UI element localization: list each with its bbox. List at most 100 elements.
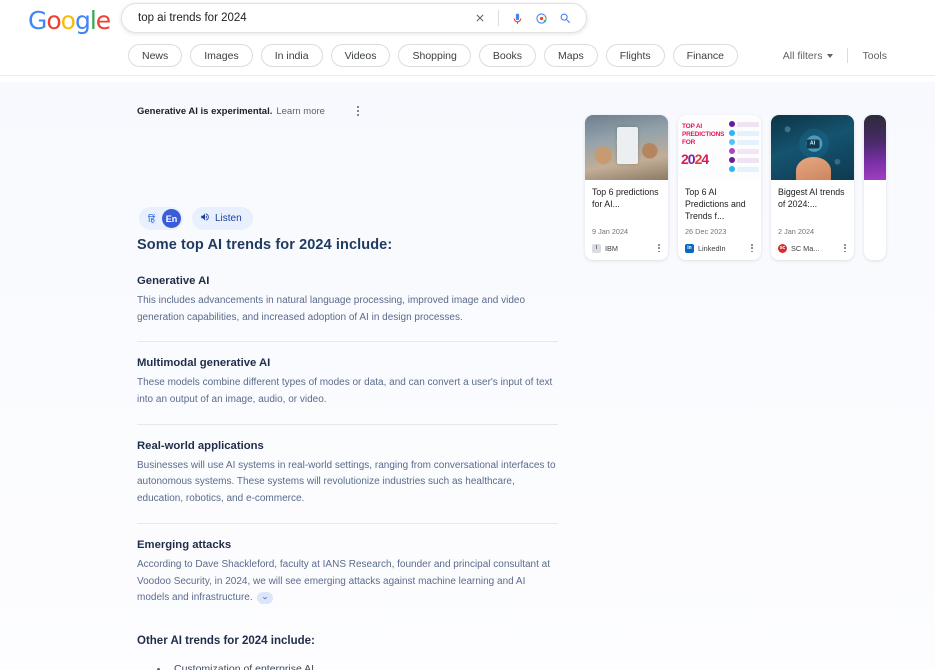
chip-label: Images bbox=[204, 50, 238, 62]
search-input[interactable] bbox=[136, 11, 469, 25]
microphone-icon[interactable] bbox=[506, 7, 528, 29]
sc-media-favicon: sc bbox=[778, 244, 787, 253]
source-card-ibm[interactable]: Top 6 predictions for AI... 9 Jan 2024 I… bbox=[585, 115, 668, 260]
chevron-down-icon[interactable] bbox=[257, 592, 273, 604]
ai-disclaimer: Generative AI is experimental. Learn mor… bbox=[137, 103, 362, 119]
chip-label: Videos bbox=[345, 50, 377, 62]
source-card-partial[interactable] bbox=[864, 115, 886, 260]
section-multimodal-generative-ai: Multimodal generative AI These models co… bbox=[137, 341, 558, 423]
section-body: These models combine different types of … bbox=[137, 375, 558, 408]
search-divider bbox=[498, 10, 499, 26]
source-name: LinkedIn bbox=[698, 244, 745, 253]
infographic-line1: TOP AI bbox=[682, 123, 702, 130]
kebab-menu-icon[interactable] bbox=[749, 242, 755, 254]
tools-area: All filters Tools bbox=[783, 44, 887, 67]
section-title: Real-world applications bbox=[137, 440, 558, 452]
chip-label: Flights bbox=[620, 50, 651, 62]
all-filters-button[interactable]: All filters bbox=[783, 50, 848, 62]
google-logo[interactable]: Google bbox=[28, 6, 110, 35]
section-body: Businesses will use AI systems in real-w… bbox=[137, 458, 558, 508]
ai-sphere-photo: AI bbox=[771, 115, 854, 180]
chip-flights[interactable]: Flights bbox=[606, 44, 665, 67]
speaker-icon bbox=[200, 212, 210, 225]
chip-finance[interactable]: Finance bbox=[673, 44, 738, 67]
hand-shape bbox=[796, 157, 831, 180]
list-item: Customization of enterprise AI bbox=[137, 659, 558, 670]
card-body: Top 6 AI Predictions and Trends f... 26 … bbox=[678, 180, 761, 260]
card-title: Top 6 AI Predictions and Trends f... bbox=[685, 186, 755, 222]
all-filters-label: All filters bbox=[783, 50, 823, 62]
card-source: in LinkedIn bbox=[685, 242, 755, 254]
section-emerging-attacks: Emerging attacks According to Dave Shack… bbox=[137, 523, 558, 622]
card-date: 9 Jan 2024 bbox=[592, 227, 662, 236]
close-icon[interactable] bbox=[469, 7, 491, 29]
search-bar[interactable] bbox=[121, 3, 587, 33]
office-meeting-photo bbox=[585, 115, 668, 180]
language-option-english[interactable]: En bbox=[162, 209, 181, 228]
card-date: 2 Jan 2024 bbox=[778, 227, 848, 236]
chip-label: Shopping bbox=[412, 50, 456, 62]
page-title: Some top AI trends for 2024 include: bbox=[137, 237, 558, 253]
ai-overview-content: Some top AI trends for 2024 include: Gen… bbox=[137, 237, 558, 670]
card-source: I IBM bbox=[592, 242, 662, 254]
source-name: SC Ma... bbox=[791, 244, 838, 253]
card-date: 26 Dec 2023 bbox=[685, 227, 755, 236]
other-trends-heading: Other AI trends for 2024 include: bbox=[137, 635, 558, 647]
chip-in-india[interactable]: In india bbox=[261, 44, 323, 67]
language-controls: हिं En Listen bbox=[139, 207, 253, 230]
infographic-line2: PREDICTIONS bbox=[682, 131, 724, 138]
listen-label: Listen bbox=[215, 213, 242, 224]
chip-maps[interactable]: Maps bbox=[544, 44, 598, 67]
learn-more-link[interactable]: Learn more bbox=[276, 106, 325, 117]
section-generative-ai: Generative AI This includes advancements… bbox=[137, 275, 558, 341]
chip-news[interactable]: News bbox=[128, 44, 182, 67]
card-source: sc SC Ma... bbox=[778, 242, 848, 254]
chip-videos[interactable]: Videos bbox=[331, 44, 391, 67]
source-card-sc-media[interactable]: AI Biggest AI trends of 2024:... 2 Jan 2… bbox=[771, 115, 854, 260]
search-icon[interactable] bbox=[554, 7, 576, 29]
section-body: This includes advancements in natural la… bbox=[137, 293, 558, 326]
linkedin-favicon: in bbox=[685, 244, 694, 253]
chip-shopping[interactable]: Shopping bbox=[398, 44, 470, 67]
ai-disclaimer-text: Generative AI is experimental. bbox=[137, 106, 272, 117]
chip-books[interactable]: Books bbox=[479, 44, 536, 67]
kebab-menu-icon[interactable] bbox=[354, 103, 362, 119]
listen-button[interactable]: Listen bbox=[192, 207, 253, 230]
section-real-world-applications: Real-world applications Businesses will … bbox=[137, 424, 558, 523]
purple-gradient bbox=[864, 115, 886, 180]
source-name: IBM bbox=[605, 244, 652, 253]
section-body: According to Dave Shackleford, faculty a… bbox=[137, 559, 550, 603]
chip-label: News bbox=[142, 50, 168, 62]
chevron-down-icon bbox=[827, 54, 833, 58]
chip-label: In india bbox=[275, 50, 309, 62]
section-title: Emerging attacks bbox=[137, 539, 558, 551]
other-trends-list: Customization of enterprise AI Open sour… bbox=[137, 659, 558, 670]
search-bar-icons bbox=[469, 7, 576, 29]
source-card-linkedin[interactable]: TOP AI PREDICTIONS FOR 2024 Top 6 AI bbox=[678, 115, 761, 260]
tools-button[interactable]: Tools bbox=[848, 50, 887, 62]
kebab-menu-icon[interactable] bbox=[656, 242, 662, 254]
ai-overview-panel: Generative AI is experimental. Learn mor… bbox=[0, 82, 935, 670]
infographic-year: 2024 bbox=[681, 151, 708, 167]
infographic-line3: FOR bbox=[682, 139, 695, 146]
section-title: Generative AI bbox=[137, 275, 558, 287]
infographic-bullets bbox=[729, 121, 759, 172]
google-lens-icon[interactable] bbox=[530, 7, 552, 29]
source-cards: Top 6 predictions for AI... 9 Jan 2024 I… bbox=[585, 115, 886, 260]
ai-predictions-infographic: TOP AI PREDICTIONS FOR 2024 bbox=[678, 115, 761, 180]
ibm-favicon: I bbox=[592, 244, 601, 253]
card-body bbox=[864, 180, 886, 228]
infographic-title: TOP AI PREDICTIONS FOR bbox=[682, 123, 730, 147]
language-option-hindi[interactable]: हिं bbox=[142, 209, 161, 228]
language-toggle[interactable]: हिं En bbox=[139, 207, 183, 230]
card-body: Top 6 predictions for AI... 9 Jan 2024 I… bbox=[585, 180, 668, 260]
chip-images[interactable]: Images bbox=[190, 44, 252, 67]
chip-label: Maps bbox=[558, 50, 584, 62]
card-title: Top 6 predictions for AI... bbox=[592, 186, 662, 222]
chip-label: Finance bbox=[687, 50, 724, 62]
search-header: Google bbox=[0, 0, 935, 76]
sphere-label: AI bbox=[806, 139, 819, 148]
kebab-menu-icon[interactable] bbox=[842, 242, 848, 254]
filter-chips: News Images In india Videos Shopping Boo… bbox=[128, 44, 738, 67]
card-title: Biggest AI trends of 2024:... bbox=[778, 186, 848, 222]
